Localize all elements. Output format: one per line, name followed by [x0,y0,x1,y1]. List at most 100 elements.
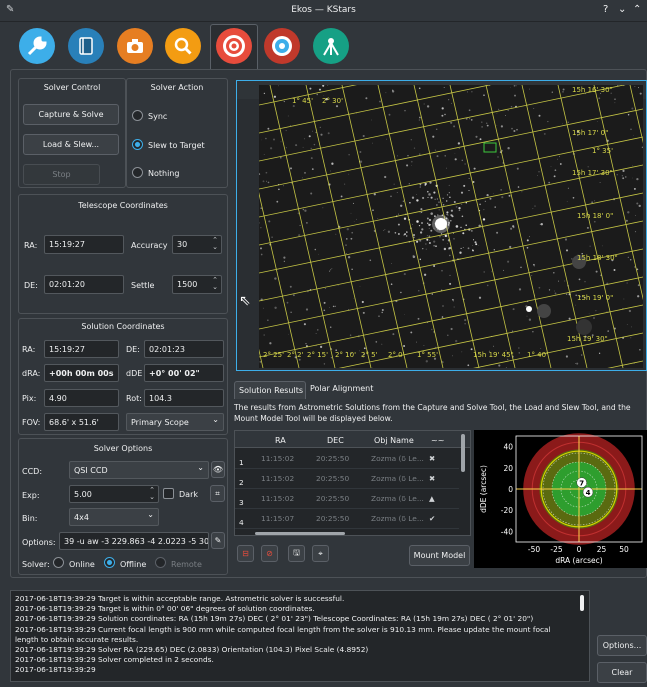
obj-name-cell: Zozma (δ Le... [371,514,424,523]
tab-align[interactable] [216,28,252,64]
spin-arrows-icon[interactable]: ⌃ ⌄ [149,487,155,501]
tab-guide[interactable] [264,28,300,64]
table-row[interactable]: 1 11:15:02 20:25:50 Zozma (δ Le... ✖ [235,450,459,469]
wrench-icon [27,36,47,56]
telescope-ra-field[interactable]: 15:19:27 [44,235,124,254]
options-label: Options: [22,538,56,547]
capture-solve-button[interactable]: Capture & Solve [23,104,119,125]
settle-label: Settle [131,281,155,290]
log-scrollbar[interactable] [580,595,584,611]
bullseye-icon [272,36,292,56]
frame-button[interactable]: ⌗ [210,485,225,502]
offline-label: Offline [120,560,147,569]
accuracy-spinbox[interactable]: 30 ⌃ ⌄ [172,235,222,254]
grid-coordinate-label: 15h 19' 0" [577,294,614,302]
settle-spinbox[interactable]: 1500 ⌃ ⌄ [172,275,222,294]
table-row[interactable]: 2 11:15:02 20:25:50 Zozma (δ Le... ✖ [235,470,459,489]
pencil-icon: ✎ [214,536,222,545]
tab-mount[interactable] [313,28,349,64]
tab-scheduler[interactable] [68,28,104,64]
pix-field: 4.90 [44,389,119,407]
tab-focus[interactable] [165,28,201,64]
solver-control-title: Solver Control [43,83,101,92]
sync-radio[interactable] [132,110,143,121]
header-ra[interactable]: RA [275,436,286,445]
fits-viewer[interactable]: 1° 45' 2° 30' 15h 16' 30" 15h 17' 0" 1° 35' 1… [236,80,647,371]
stop-circle-icon: ⊘ [266,549,273,558]
eye-icon: 👁 [212,465,224,474]
grid-coordinate-label: 15h 18' 30" [577,254,618,262]
solver-options-title: Solver Options [93,444,153,453]
stop-button[interactable]: Stop [23,164,100,185]
grid-coordinate-label: 1° 55' [417,351,439,359]
dec-cell: 20:25:50 [316,474,350,483]
table-row[interactable]: 3 11:15:02 20:25:50 Zozma (δ Le... ▲ [235,490,459,509]
y-axis-label: dDE (arcsec) [479,465,488,513]
zoom-fit-icon: ⌖ [318,548,323,558]
log-line: 2017-06-18T19:39:29 [15,665,96,675]
grid-coordinate-label: 2° 15' [307,351,329,359]
dark-checkbox[interactable] [163,488,174,499]
grid-coordinate-label: 15h 17' 30" [572,169,613,177]
tab-polar-alignment[interactable]: Polar Alignment [310,384,373,393]
tab-capture[interactable] [117,28,153,64]
header-dec[interactable]: DEC [327,436,344,445]
obj-name-cell: Zozma (δ Le... [371,454,424,463]
delete-button[interactable]: ⊟ [237,545,254,562]
scope-select[interactable]: Primary Scope ⌄ [126,413,224,431]
header-status[interactable]: ~~ [431,436,444,445]
bin-select[interactable]: 4x4 ⌄ [69,508,159,526]
ccd-select[interactable]: QSI CCD ⌄ [69,461,209,479]
accuracy-label: Accuracy [131,241,168,250]
slew-to-target-radio[interactable] [132,139,143,150]
slew-to-target-label: Slew to Target [148,141,205,150]
save-button[interactable]: 🖫 [288,545,305,562]
edit-options-button[interactable]: ✎ [211,532,225,549]
window-title: Ekos — KStars [291,5,356,15]
table-row[interactable]: 4 11:15:07 20:25:50 Zozma (δ Le... ✔ [235,510,459,529]
options-field[interactable]: 39 -u aw -3 229.863 -4 2.0223 -5 30 [59,532,209,550]
spin-arrows-icon[interactable]: ⌃ ⌄ [212,277,218,291]
solver-action-title: Solver Action [150,83,204,92]
minimize-button[interactable]: ⌄ [618,4,626,15]
log-line: 2017-06-18T19:39:29 Solver RA (229.65) D… [15,645,369,655]
chevron-down-icon: ⌄ [147,510,154,519]
log-output[interactable]: 2017-06-18T19:39:29 Target is within acc… [10,590,590,682]
ra-cell: 11:15:07 [261,514,295,523]
mount-model-button[interactable]: Mount Model [409,545,470,566]
help-button[interactable]: ? [603,4,608,15]
clear-button[interactable]: Clear [597,662,647,683]
clear-all-button[interactable]: ⊘ [261,545,278,562]
fov-label: FOV: [22,418,41,427]
eye-button[interactable]: 👁 [211,461,225,478]
dec-cell: 20:25:50 [316,454,350,463]
table-scrollbar[interactable] [461,434,465,472]
tab-setup[interactable] [19,28,55,64]
dark-label: Dark [179,490,198,499]
log-line: 2017-06-18T19:39:29 Target is within acc… [15,594,345,603]
options-button[interactable]: Options... [597,635,647,656]
status-icon: ✖ [429,474,436,483]
exp-spinbox[interactable]: 5.00 ⌃ ⌄ [69,485,159,503]
telescope-de-field[interactable]: 02:01:20 [44,275,124,294]
telescope-coordinates-group: Telescope Coordinates RA: 15:19:27 Accur… [18,194,228,314]
telescope-mount-icon [323,38,339,56]
header-obj-name[interactable]: Obj Name [374,436,414,445]
rot-field: 104.3 [144,389,224,407]
exp-label: Exp: [22,491,40,500]
online-radio[interactable] [53,557,64,568]
zoom-button[interactable]: ⌖ [312,545,329,562]
maximize-button[interactable]: ⌃ [633,4,641,15]
exp-value: 5.00 [74,489,92,499]
nothing-radio[interactable] [132,167,143,178]
remote-radio[interactable] [155,557,166,568]
obj-name-cell: Zozma (δ Le... [371,474,424,483]
row-number: 3 [239,498,244,507]
load-slew-button[interactable]: Load & Slew... [23,134,119,155]
offline-radio[interactable] [104,557,115,568]
table-hscrollbar[interactable] [255,532,345,535]
tab-solution-results[interactable]: Solution Results [234,381,306,399]
results-table[interactable]: RA DEC Obj Name ~~ 1 11:15:02 20:25:50 Zozm… [234,430,471,536]
dra-label: dRA: [22,369,41,378]
spin-arrows-icon[interactable]: ⌃ ⌄ [212,237,218,251]
